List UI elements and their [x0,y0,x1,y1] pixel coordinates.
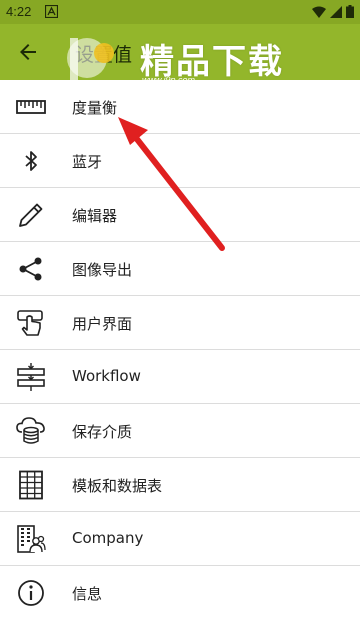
menu-item-storage-media[interactable]: 保存介质 [0,404,360,458]
menu-item-label: 图像导出 [72,261,133,279]
menu-item-image-export[interactable]: 图像导出 [0,242,360,296]
pencil-icon [19,203,43,227]
workflow-icon [17,363,45,391]
status-time: 4:22 [6,4,32,19]
menu-item-label: 保存介质 [72,423,133,441]
menu-item-label: 信息 [72,585,103,603]
menu-item-label: 用户界面 [72,315,133,333]
menu-item-workflow[interactable]: Workflow [0,350,360,404]
info-icon [18,580,44,606]
menu-item-templates-datasheets[interactable]: 模板和数据表 [0,458,360,512]
menu-item-label: 度量衡 [72,99,118,117]
menu-item-editor[interactable]: 编辑器 [0,188,360,242]
status-bar: 4:22 [0,0,360,24]
menu-item-label: 蓝牙 [72,153,103,171]
menu-item-measurement[interactable]: 度量衡 [0,80,360,134]
table-icon [19,470,43,500]
signal-icon [330,5,342,18]
back-arrow-icon[interactable] [16,40,40,64]
menu-item-label: 模板和数据表 [72,477,163,495]
settings-list: 度量衡 蓝牙 编辑器 图像导出 用户界面 Workflow 保存介质 模板和数据… [0,80,360,620]
menu-item-bluetooth[interactable]: 蓝牙 [0,134,360,188]
company-icon [17,525,46,553]
notification-icon [45,5,58,18]
wifi-icon [312,6,326,18]
bluetooth-icon [25,151,37,171]
cloud-storage-icon [16,417,45,444]
share-icon [19,257,42,281]
menu-item-label: 编辑器 [72,207,118,225]
touch-screen-icon [17,310,43,336]
menu-item-user-interface[interactable]: 用户界面 [0,296,360,350]
ruler-icon [16,100,46,114]
menu-item-info[interactable]: 信息 [0,566,360,620]
battery-icon [346,5,354,18]
menu-item-label: Workflow [72,367,141,385]
menu-item-label: Company [72,529,144,547]
menu-item-company[interactable]: Company [0,512,360,566]
